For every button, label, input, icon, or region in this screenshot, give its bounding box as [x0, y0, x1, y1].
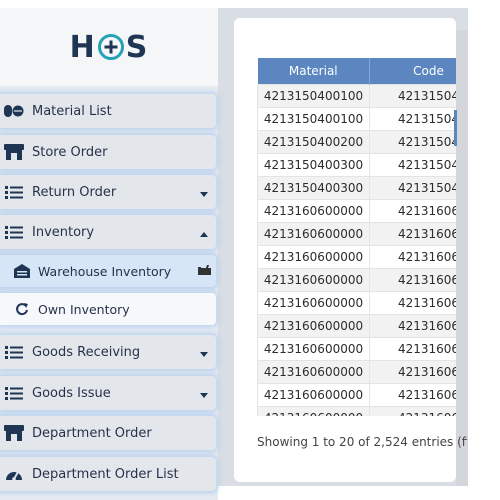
table-row[interactable]: 4213150400100 42131504: [257, 107, 456, 131]
sidebar-item-department-order-list[interactable]: Department Order List: [0, 457, 216, 491]
store-icon: [2, 142, 26, 162]
table-row[interactable]: 421316060000042131606: [257, 360, 456, 384]
table-row[interactable]: 421316060000042131606: [257, 406, 456, 416]
cell-material: 4213160600000: [257, 245, 370, 269]
table-row[interactable]: 421316060000042131606: [257, 268, 456, 292]
app-logo[interactable]: H S: [0, 8, 218, 86]
warehouse-icon: [12, 264, 32, 278]
table-row[interactable]: 421316060000042131606: [257, 383, 456, 407]
cell-code: 42131504: [369, 84, 456, 108]
sidebar-item-return-order[interactable]: Return Order: [0, 175, 216, 209]
cell-material: 4213150400200: [257, 130, 370, 154]
sidebar-item-label: Material List: [32, 103, 112, 119]
sidebar-item-label: Return Order: [32, 184, 117, 200]
table-scroll-indicator[interactable]: [454, 110, 457, 146]
logo-letter-h: H: [69, 29, 96, 65]
table-row[interactable]: 4213150400300 42131504: [257, 153, 456, 177]
cell-code: 42131606: [369, 360, 456, 384]
sidebar-subitem-label: Own Inventory: [38, 301, 130, 317]
table-header-row: Material Code: [257, 58, 456, 85]
logo-medical-cross-icon: [97, 33, 125, 61]
refresh-icon: [12, 302, 32, 316]
sidebar-item-goods-receiving[interactable]: Goods Receiving: [0, 335, 216, 369]
sidebar-item-goods-issue[interactable]: Goods Issue: [0, 376, 216, 410]
cell-code: 42131606: [369, 291, 456, 315]
cell-code: 42131504: [369, 153, 456, 177]
sidebar-item-inventory[interactable]: Inventory: [0, 215, 216, 249]
cell-code: 42131606: [369, 245, 456, 269]
gauge-icon: [2, 464, 26, 484]
pills-icon: [2, 101, 26, 121]
chevron-up-icon: [200, 227, 208, 242]
page-edge: [456, 30, 468, 486]
cell-material: 4213150400300: [257, 176, 370, 200]
table-row[interactable]: 421316060000042131606: [257, 222, 456, 246]
list-icon: [2, 383, 26, 403]
cell-material: 4213160600000: [257, 222, 370, 246]
cell-code: 42131606: [369, 406, 456, 416]
sidebar-subitem-warehouse-inventory[interactable]: Warehouse Inventory: [0, 255, 216, 287]
cell-material: 4213160600000: [257, 360, 370, 384]
cell-code: 42131504: [369, 107, 456, 131]
list-icon: [2, 182, 26, 202]
cell-code: 42131606: [369, 314, 456, 338]
sidebar-item-label: Goods Receiving: [32, 344, 141, 360]
list-icon: [2, 342, 26, 362]
cell-material: 4213160600000: [257, 383, 370, 407]
cell-material: 4213160600000: [257, 406, 370, 416]
cell-material: 4213160600000: [257, 291, 370, 315]
chevron-down-icon: [200, 187, 208, 202]
entries-info: Showing 1 to 20 of 2,524 entries (fil: [257, 435, 467, 449]
sidebar-item-label: Department Order List: [32, 466, 179, 482]
table-row[interactable]: 4213150400100 42131504: [257, 84, 456, 108]
logo-letter-s: S: [125, 29, 149, 65]
cell-code: 42131606: [369, 199, 456, 223]
sidebar-subitem-own-inventory[interactable]: Own Inventory: [0, 293, 216, 325]
cell-code: 42131606: [369, 268, 456, 292]
table-row[interactable]: 421316060000042131606: [257, 245, 456, 269]
cell-material: 4213160600000: [257, 314, 370, 338]
cell-code: 42131504: [369, 130, 456, 154]
table-row[interactable]: 4213150400200 42131504: [257, 130, 456, 154]
cell-material: 4213160600000: [257, 337, 370, 361]
cell-code: 42131606: [369, 383, 456, 407]
sidebar-item-material-list[interactable]: Material List: [0, 94, 216, 128]
chevron-down-icon: [200, 347, 208, 362]
store-icon: [2, 423, 26, 443]
table-row[interactable]: 421316060000042131606: [257, 314, 456, 338]
list-icon: [2, 222, 26, 242]
sidebar-item-department-order[interactable]: Department Order: [0, 416, 216, 450]
column-header-material[interactable]: Material: [257, 58, 370, 85]
sidebar-item-label: Inventory: [32, 224, 95, 240]
sidebar-item-label: Goods Issue: [32, 385, 111, 401]
sidebar-subitem-label: Warehouse Inventory: [38, 263, 172, 279]
pointer-hand-icon: [198, 264, 212, 279]
sidebar-item-store-order[interactable]: Store Order: [0, 135, 216, 169]
table-row[interactable]: 4213150400300 42131504: [257, 176, 456, 200]
cell-material: 4213150400300: [257, 153, 370, 177]
sidebar-item-label: Department Order: [32, 425, 152, 441]
table-row[interactable]: 421316060000042131606: [257, 291, 456, 315]
table-row[interactable]: 421316060000042131606: [257, 337, 456, 361]
chevron-down-icon: [200, 388, 208, 403]
cell-material: 4213150400100: [257, 84, 370, 108]
table-row[interactable]: 421316060000042131606: [257, 199, 456, 223]
sidebar-item-label: Store Order: [32, 144, 108, 160]
inventory-table: Material Code 4213150400100 42131504 42131…: [257, 58, 456, 416]
cell-code: 42131606: [369, 337, 456, 361]
cell-material: 4213150400100: [257, 107, 370, 131]
cell-material: 4213160600000: [257, 268, 370, 292]
column-header-code[interactable]: Code: [369, 58, 456, 85]
cell-code: 42131504: [369, 176, 456, 200]
cell-code: 42131606: [369, 222, 456, 246]
cell-material: 4213160600000: [257, 199, 370, 223]
